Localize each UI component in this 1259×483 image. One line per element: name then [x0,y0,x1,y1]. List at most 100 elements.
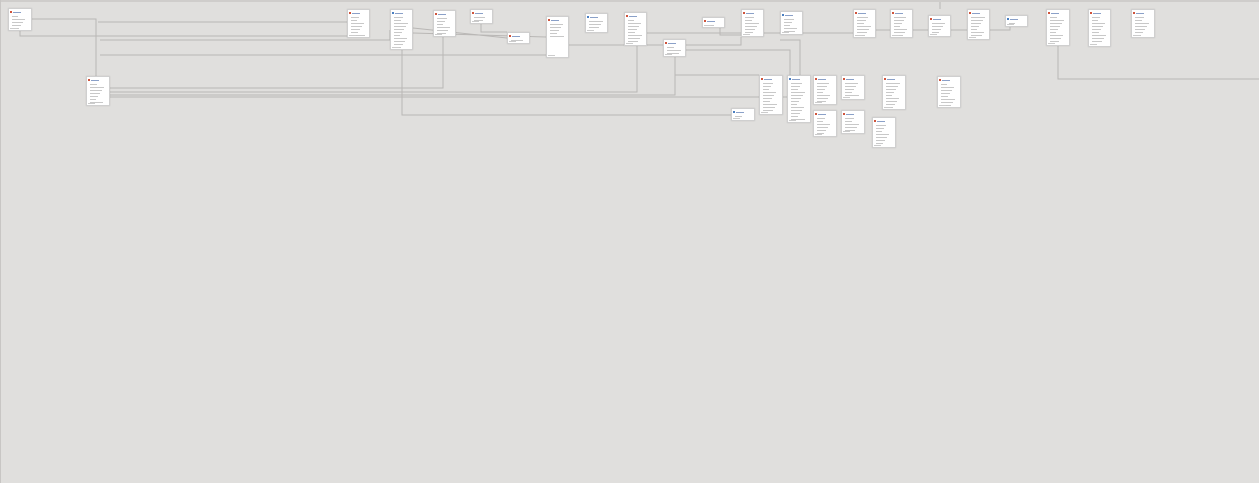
table-card[interactable] [624,12,647,46]
table-name [764,78,772,80]
column-row [90,93,100,94]
table-name [1051,12,1059,14]
table-card[interactable] [8,8,32,31]
column-row [1135,17,1144,18]
column-row [791,83,802,84]
table-icon [472,12,474,14]
table-card[interactable] [853,9,876,38]
column-row [817,124,830,125]
table-header [789,77,809,81]
column-row [894,32,905,33]
column-row [1092,17,1100,18]
table-icon [349,12,351,14]
table-card[interactable] [787,75,811,123]
column-row [971,23,981,24]
table-card[interactable] [507,32,530,44]
table-icon [1090,12,1092,14]
column-row [394,29,404,30]
table-card[interactable] [780,11,803,35]
table-card[interactable] [390,9,413,50]
column-row [763,89,769,90]
column-row [1050,26,1060,27]
table-card[interactable] [1131,9,1155,38]
table-header [761,77,781,81]
column-row [845,127,857,128]
column-row [941,90,952,91]
column-row [1050,38,1061,39]
table-card[interactable] [967,9,990,40]
column-row [745,32,753,33]
table-footer [892,35,899,36]
column-row [550,30,559,31]
column-row [628,29,637,30]
column-row [941,99,955,100]
column-row [589,21,603,22]
column-row [394,23,408,24]
table-card[interactable] [86,76,110,106]
column-row [763,95,774,96]
relationship-line [686,37,742,46]
table-card[interactable] [470,9,493,24]
table-header [349,11,368,15]
table-card[interactable] [546,16,569,58]
column-row [1092,23,1105,24]
table-card[interactable] [1046,9,1070,46]
column-row [894,29,907,30]
column-row [784,19,794,20]
table-card[interactable] [663,39,686,57]
column-row [876,128,884,129]
table-icon [392,12,394,14]
column-row [845,95,859,96]
table-card[interactable] [813,75,837,105]
column-row [550,24,563,25]
column-row [857,26,871,27]
table-card[interactable] [882,75,906,110]
column-row [791,101,799,102]
relationship-line [1057,46,1259,80]
table-card[interactable] [759,75,783,115]
table-icon [939,79,941,81]
table-card[interactable] [841,75,865,100]
table-card[interactable] [928,15,951,37]
relationship-line [480,24,507,33]
table-card[interactable] [702,17,725,28]
column-row [845,121,852,122]
table-icon [1133,12,1135,14]
table-footer [939,105,946,106]
table-name [91,79,99,81]
relationship-lines [19,2,1259,116]
table-card[interactable] [585,13,608,33]
table-name [972,12,980,14]
column-row [894,20,904,21]
table-card[interactable] [1088,9,1111,47]
table-card[interactable] [872,117,896,148]
column-row [886,95,892,96]
table-card[interactable] [347,9,370,38]
table-name [1010,18,1018,20]
table-name [846,113,854,115]
column-row [784,22,792,23]
column-row [941,93,950,94]
table-header [1133,11,1153,15]
column-row [1050,20,1064,21]
table-card[interactable] [813,110,837,137]
table-card[interactable] [890,9,913,38]
table-card[interactable] [433,10,456,37]
table-header [704,19,723,23]
column-row [817,130,826,131]
table-card[interactable] [731,108,755,121]
column-row [886,98,899,99]
table-footer [761,112,768,113]
column-row [971,32,984,33]
table-header [587,15,606,19]
table-card[interactable] [1005,15,1028,27]
table-icon [815,78,817,80]
table-card[interactable] [937,76,961,108]
column-row [876,143,883,144]
column-row [784,25,790,26]
column-row [437,21,445,22]
table-card[interactable] [841,110,865,134]
column-row [394,20,401,21]
table-name [707,20,715,22]
table-card[interactable] [741,9,764,37]
